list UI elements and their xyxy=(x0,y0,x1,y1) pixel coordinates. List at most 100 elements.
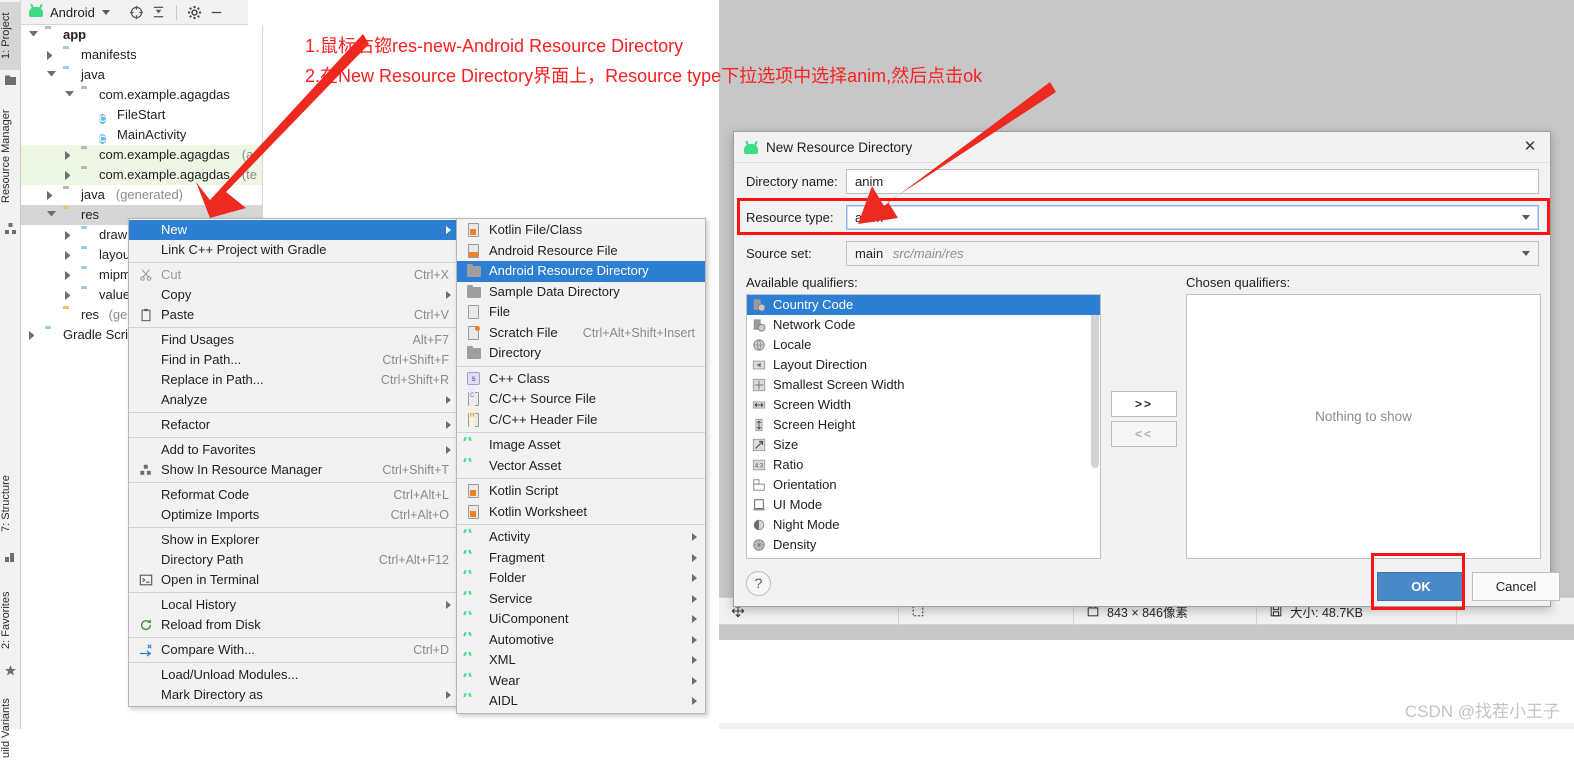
menu-item-image-asset[interactable]: Image Asset xyxy=(457,435,705,456)
tree-row-app[interactable]: app xyxy=(21,25,262,45)
context-menu[interactable]: New Link C++ Project with Gradle Cut Ctrl+X… xyxy=(128,218,460,707)
menu-item-scratch-file[interactable]: Scratch File Ctrl+Alt+Shift+Insert xyxy=(457,323,705,344)
add-qualifier-button[interactable]: >> xyxy=(1111,391,1177,417)
menu-item-compare-with[interactable]: Compare With... Ctrl+D xyxy=(129,640,459,660)
sidebar-item-favorites[interactable]: 2: Favorites xyxy=(0,578,21,662)
chevron-right-icon[interactable] xyxy=(65,151,74,160)
menu-item-find-usages[interactable]: Find Usages Alt+F7 xyxy=(129,330,459,350)
qualifier-item-network-code[interactable]: Network Code xyxy=(747,315,1100,335)
menu-item-wear[interactable]: Wear xyxy=(457,671,705,692)
chevron-down-icon[interactable] xyxy=(47,211,56,220)
sidebar-item-build-variants[interactable]: uild Variants xyxy=(0,688,21,768)
menu-item-folder[interactable]: Folder xyxy=(457,568,705,589)
help-button[interactable]: ? xyxy=(746,571,771,596)
menu-item-optimize-imports[interactable]: Optimize Imports Ctrl+Alt+O xyxy=(129,505,459,525)
menu-item-show-in-explorer[interactable]: Show in Explorer xyxy=(129,530,459,550)
menu-item-automotive[interactable]: Automotive xyxy=(457,630,705,651)
qualifier-item-size[interactable]: Size xyxy=(747,435,1100,455)
new-submenu[interactable]: Kotlin File/Class Android Resource File An… xyxy=(456,218,706,714)
qualifier-item-screen-width[interactable]: Screen Width xyxy=(747,395,1100,415)
chevron-right-icon[interactable] xyxy=(65,291,74,300)
chevron-right-icon[interactable] xyxy=(65,271,74,280)
menu-item-kotlin-worksheet[interactable]: Kotlin Worksheet xyxy=(457,502,705,523)
menu-item-paste[interactable]: Paste Ctrl+V xyxy=(129,305,459,325)
available-qualifiers-list[interactable]: Country Code Network Code Locale Layout Dir… xyxy=(746,294,1101,559)
menu-item-reload-from-disk[interactable]: Reload from Disk xyxy=(129,615,459,635)
tree-row-manifests[interactable]: manifests xyxy=(21,45,262,65)
menu-item-refactor[interactable]: Refactor xyxy=(129,415,459,435)
remove-qualifier-button[interactable]: << xyxy=(1111,421,1177,447)
menu-item-copy[interactable]: Copy xyxy=(129,285,459,305)
chevron-right-icon[interactable] xyxy=(47,51,56,60)
chevron-down-icon[interactable] xyxy=(29,31,38,40)
directory-name-input[interactable]: anim xyxy=(846,169,1539,194)
chevron-right-icon[interactable] xyxy=(65,171,74,180)
menu-item-sample-data-directory[interactable]: Sample Data Directory xyxy=(457,282,705,303)
qualifier-item-country-code[interactable]: Country Code xyxy=(747,295,1100,315)
menu-item-open-in-terminal[interactable]: Open in Terminal xyxy=(129,570,459,590)
menu-item-android-resource-directory[interactable]: Android Resource Directory xyxy=(457,261,705,282)
menu-item-directory-path[interactable]: Directory Path Ctrl+Alt+F12 xyxy=(129,550,459,570)
qualifier-item-layout-direction[interactable]: Layout Direction xyxy=(747,355,1100,375)
tree-row-com-example-agagdas[interactable]: com.example.agagdas (a xyxy=(21,145,262,165)
menu-item-fragment[interactable]: Fragment xyxy=(457,548,705,569)
menu-item-find-in-path[interactable]: Find in Path... Ctrl+Shift+F xyxy=(129,350,459,370)
tree-row-com-example-agagdas[interactable]: com.example.agagdas (te xyxy=(21,165,262,185)
menu-item-android-resource-file[interactable]: Android Resource File xyxy=(457,241,705,262)
locate-icon[interactable] xyxy=(129,5,144,20)
menu-item-kotlin-file-class[interactable]: Kotlin File/Class xyxy=(457,220,705,241)
qualifier-item-screen-height[interactable]: Screen Height xyxy=(747,415,1100,435)
chevron-right-icon[interactable] xyxy=(65,231,74,240)
menu-item-c-class[interactable]: s C++ Class xyxy=(457,369,705,390)
menu-item-xml[interactable]: XML xyxy=(457,650,705,671)
qualifier-item-locale[interactable]: Locale xyxy=(747,335,1100,355)
cancel-button[interactable]: Cancel xyxy=(1472,572,1560,601)
menu-item-cut[interactable]: Cut Ctrl+X xyxy=(129,265,459,285)
tree-row-java[interactable]: java xyxy=(21,65,262,85)
qualifier-item-ratio[interactable]: 4:3 Ratio xyxy=(747,455,1100,475)
sidebar-item-resource-manager[interactable]: Resource Manager xyxy=(0,96,21,216)
menu-item-link-c-project-with-gradle[interactable]: Link C++ Project with Gradle xyxy=(129,240,459,260)
chevron-down-icon[interactable] xyxy=(1522,251,1530,256)
menu-item-replace-in-path[interactable]: Replace in Path... Ctrl+Shift+R xyxy=(129,370,459,390)
menu-item-aidl[interactable]: AIDL xyxy=(457,691,705,712)
menu-item-mark-directory-as[interactable]: Mark Directory as xyxy=(129,685,459,705)
chevron-right-icon[interactable] xyxy=(65,251,74,260)
menu-item-c-c-header-file[interactable]: C/C++ Header File xyxy=(457,406,705,431)
tree-row-com-example-agagdas[interactable]: com.example.agagdas xyxy=(21,85,262,105)
chosen-qualifiers-list[interactable]: Nothing to show xyxy=(1186,294,1541,559)
chevron-down-icon[interactable] xyxy=(47,71,56,80)
chevron-right-icon[interactable] xyxy=(29,331,38,340)
menu-item-load-unload-modules[interactable]: Load/Unload Modules... xyxy=(129,665,459,685)
qualifier-item-night-mode[interactable]: Night Mode xyxy=(747,515,1100,535)
close-icon[interactable]: ✕ xyxy=(1522,139,1538,155)
chevron-down-icon[interactable] xyxy=(65,91,74,100)
gear-icon[interactable] xyxy=(187,5,202,20)
qualifier-item-smallest-screen-width[interactable]: Smallest Screen Width xyxy=(747,375,1100,395)
menu-item-c-c-source-file[interactable]: C/C++ Source File xyxy=(457,385,705,410)
menu-item-add-to-favorites[interactable]: Add to Favorites xyxy=(129,440,459,460)
sidebar-item-project[interactable]: 1: Project xyxy=(0,2,21,70)
menu-item-reformat-code[interactable]: Reformat Code Ctrl+Alt+L xyxy=(129,485,459,505)
menu-item-uicomponent[interactable]: UiComponent xyxy=(457,609,705,630)
menu-item-local-history[interactable]: Local History xyxy=(129,595,459,615)
project-view-selector-label[interactable]: Android xyxy=(50,5,95,20)
menu-item-file[interactable]: File xyxy=(457,302,705,323)
minimize-icon[interactable] xyxy=(209,5,224,20)
qualifier-item-ui-mode[interactable]: UI Mode xyxy=(747,495,1100,515)
menu-item-service[interactable]: Service xyxy=(457,589,705,610)
menu-item-activity[interactable]: Activity xyxy=(457,527,705,548)
menu-item-new[interactable]: New xyxy=(129,220,459,240)
collapse-all-icon[interactable] xyxy=(151,5,166,20)
qualifier-item-orientation[interactable]: Orientation xyxy=(747,475,1100,495)
source-set-dropdown[interactable]: main src/main/res xyxy=(846,241,1539,266)
tree-row-filestart[interactable]: C FileStart xyxy=(21,105,262,125)
menu-item-analyze[interactable]: Analyze xyxy=(129,390,459,410)
menu-item-kotlin-script[interactable]: Kotlin Script xyxy=(457,481,705,502)
menu-item-vector-asset[interactable]: Vector Asset xyxy=(457,456,705,477)
qualifier-item-density[interactable]: Density xyxy=(747,535,1100,555)
menu-item-show-in-resource-manager[interactable]: Show In Resource Manager Ctrl+Shift+T xyxy=(129,460,459,480)
chevron-right-icon[interactable] xyxy=(47,191,56,200)
chevron-down-icon[interactable] xyxy=(101,9,110,15)
sidebar-item-structure[interactable]: 7: Structure xyxy=(0,462,21,546)
